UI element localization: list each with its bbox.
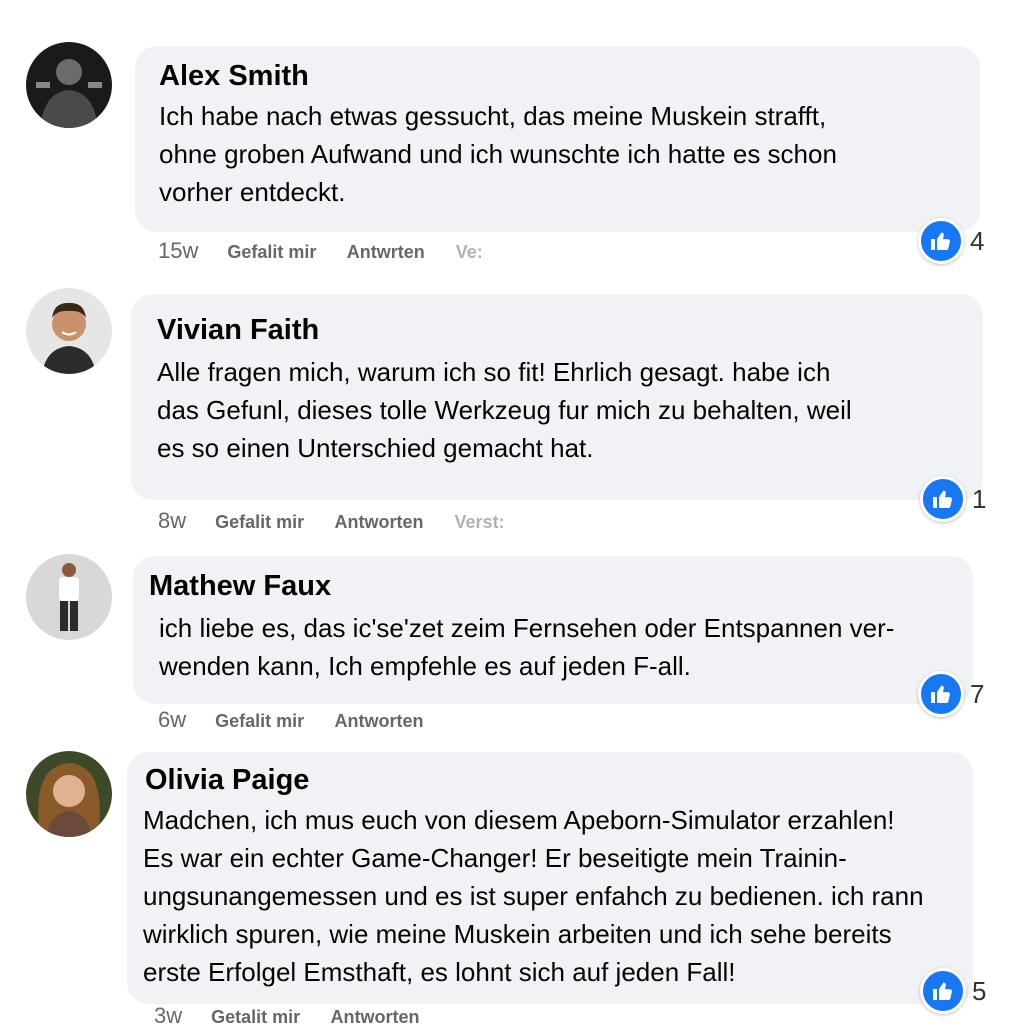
comment-actions: 8w Gefalit mir Antworten Verst: (158, 508, 531, 534)
timestamp: 3w (154, 1003, 183, 1028)
reaction-summary[interactable]: 5 (920, 968, 986, 1014)
avatar[interactable] (26, 554, 112, 640)
comment-bubble: Alex Smith Ich habe nach etwas gessucht,… (135, 46, 980, 232)
comment-author[interactable]: Olivia Paige (143, 764, 957, 797)
reaction-count: 4 (970, 225, 985, 256)
like-button[interactable]: Getalit mir (211, 1007, 300, 1027)
reply-button[interactable]: Antworten (331, 1007, 420, 1027)
reply-button[interactable]: Antwrten (347, 242, 425, 262)
comment-line: ich liebe es, das ic'se'zet zeim Fernseh… (159, 613, 895, 643)
comment-item: Mathew Faux ich liebe es, das ic'se'zet … (0, 550, 1024, 745)
comment-item: Olivia Paige Madchen, ich mus euch von d… (0, 745, 1024, 1028)
reaction-summary[interactable]: 1 (920, 476, 986, 522)
like-button[interactable]: Gefalit mir (215, 512, 304, 532)
avatar[interactable] (26, 42, 112, 128)
see-translation-link[interactable]: Verst: (455, 512, 505, 532)
reply-button[interactable]: Antworten (335, 711, 424, 731)
comment-text: Ich habe nach etwas gessucht, das meine … (159, 97, 956, 211)
timestamp: 8w (158, 508, 187, 533)
comment-actions: 15w Gefalit mir Antwrten Ve: (158, 238, 509, 264)
comment-line: es so einen Unterschied gemacht hat. (157, 433, 594, 463)
comment-actions: 3w Getalit mir Antworten (154, 1003, 446, 1029)
comment-text: ich liebe es, das ic'se'zet zeim Fernseh… (149, 609, 957, 685)
comment-bubble: Olivia Paige Madchen, ich mus euch von d… (127, 752, 973, 1004)
comment-author[interactable]: Vivian Faith (157, 314, 957, 347)
thumbs-up-icon (918, 671, 964, 717)
see-translation-link[interactable]: Ve: (456, 242, 483, 262)
comment-bubble: Vivian Faith Alle fragen mich, warum ich… (131, 294, 983, 500)
comment-line: Madchen, ich mus euch von diesem Apeborn… (143, 805, 895, 835)
reaction-summary[interactable]: 7 (918, 671, 984, 717)
reaction-count: 1 (972, 483, 987, 514)
comment-text: Madchen, ich mus euch von diesem Apeborn… (143, 801, 957, 991)
like-button[interactable]: Gefalit mir (215, 711, 304, 731)
comment-item: Alex Smith Ich habe nach etwas gessucht,… (0, 0, 1024, 280)
reply-button[interactable]: Antworten (335, 512, 424, 532)
comment-actions: 6w Gefalit mir Antworten (158, 707, 450, 733)
reaction-count: 7 (970, 678, 985, 709)
like-button[interactable]: Gefalit mir (227, 242, 316, 262)
thumbs-up-icon (918, 218, 964, 264)
comment-line: Alle fragen mich, warum ich so fit! Ehrl… (157, 357, 831, 387)
comment-line: Es war ein echter Game-Changer! Er besei… (143, 843, 847, 873)
thumbs-up-icon (920, 968, 966, 1014)
comment-line: das Gefunl, dieses tolle Werkzeug fur mi… (157, 395, 852, 425)
reaction-count: 5 (972, 975, 987, 1006)
comment-line: Ich habe nach etwas gessucht, das meine … (159, 101, 827, 131)
comment-author[interactable]: Mathew Faux (149, 570, 957, 603)
reaction-summary[interactable]: 4 (918, 218, 984, 264)
comment-line: wirklich spuren, wie meine Muskein arbei… (143, 919, 892, 949)
comment-bubble: Mathew Faux ich liebe es, das ic'se'zet … (133, 556, 973, 704)
comment-author[interactable]: Alex Smith (159, 60, 956, 93)
comment-line: vorher entdeckt. (159, 177, 346, 207)
timestamp: 6w (158, 707, 187, 732)
comment-item: Vivian Faith Alle fragen mich, warum ich… (0, 280, 1024, 550)
comment-line: ohne groben Aufwand und ich wunschte ich… (159, 139, 837, 169)
comment-line: ungsunangemessen und es ist super enfahc… (143, 881, 924, 911)
timestamp: 15w (158, 238, 199, 263)
comment-line: erste Erfolgel Emsthaft, es lohnt sich a… (143, 957, 736, 987)
avatar[interactable] (26, 751, 112, 837)
comment-text: Alle fragen mich, warum ich so fit! Ehrl… (157, 353, 957, 467)
thumbs-up-icon (920, 476, 966, 522)
comment-line: wenden kann, Ich empfehle es auf jeden F… (159, 651, 691, 681)
avatar[interactable] (26, 288, 112, 374)
